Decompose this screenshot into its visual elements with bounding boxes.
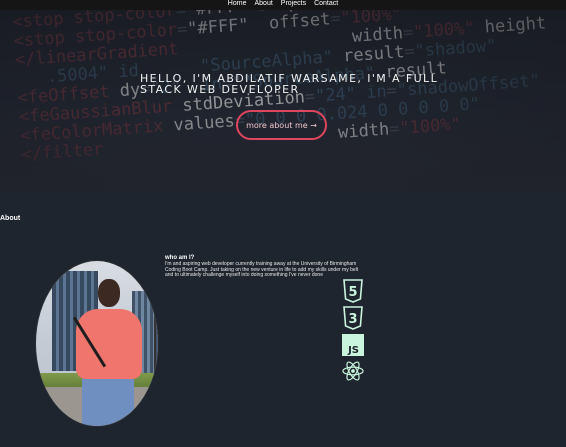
hero-banner: <stop stop-color="#FFF" x1 "100%" x2 <st… <box>0 0 566 191</box>
nav-about-link[interactable]: About <box>254 0 272 10</box>
svg-text:3: 3 <box>348 312 357 327</box>
profile-photo <box>35 260 159 427</box>
hero-headline: Hello, I'm Abdilatif Warsame, I'm a full… <box>140 72 439 96</box>
react-icon <box>342 360 364 382</box>
more-about-me-button[interactable]: more about me → <box>236 110 327 140</box>
nav-contact-link[interactable]: Contact <box>314 0 338 10</box>
html5-icon: 5 <box>342 279 364 303</box>
svg-text:5: 5 <box>348 285 357 300</box>
css3-icon: 3 <box>342 306 364 330</box>
javascript-icon: JS <box>342 334 364 356</box>
top-nav: Home About Projects Contact <box>0 0 566 10</box>
nav-home-link[interactable]: Home <box>228 0 247 10</box>
about-section-title: About <box>0 215 21 222</box>
svg-text:JS: JS <box>347 345 359 356</box>
nav-projects-link[interactable]: Projects <box>281 0 306 10</box>
who-am-i-text: I'm and aspiring web developer currently… <box>165 261 359 278</box>
